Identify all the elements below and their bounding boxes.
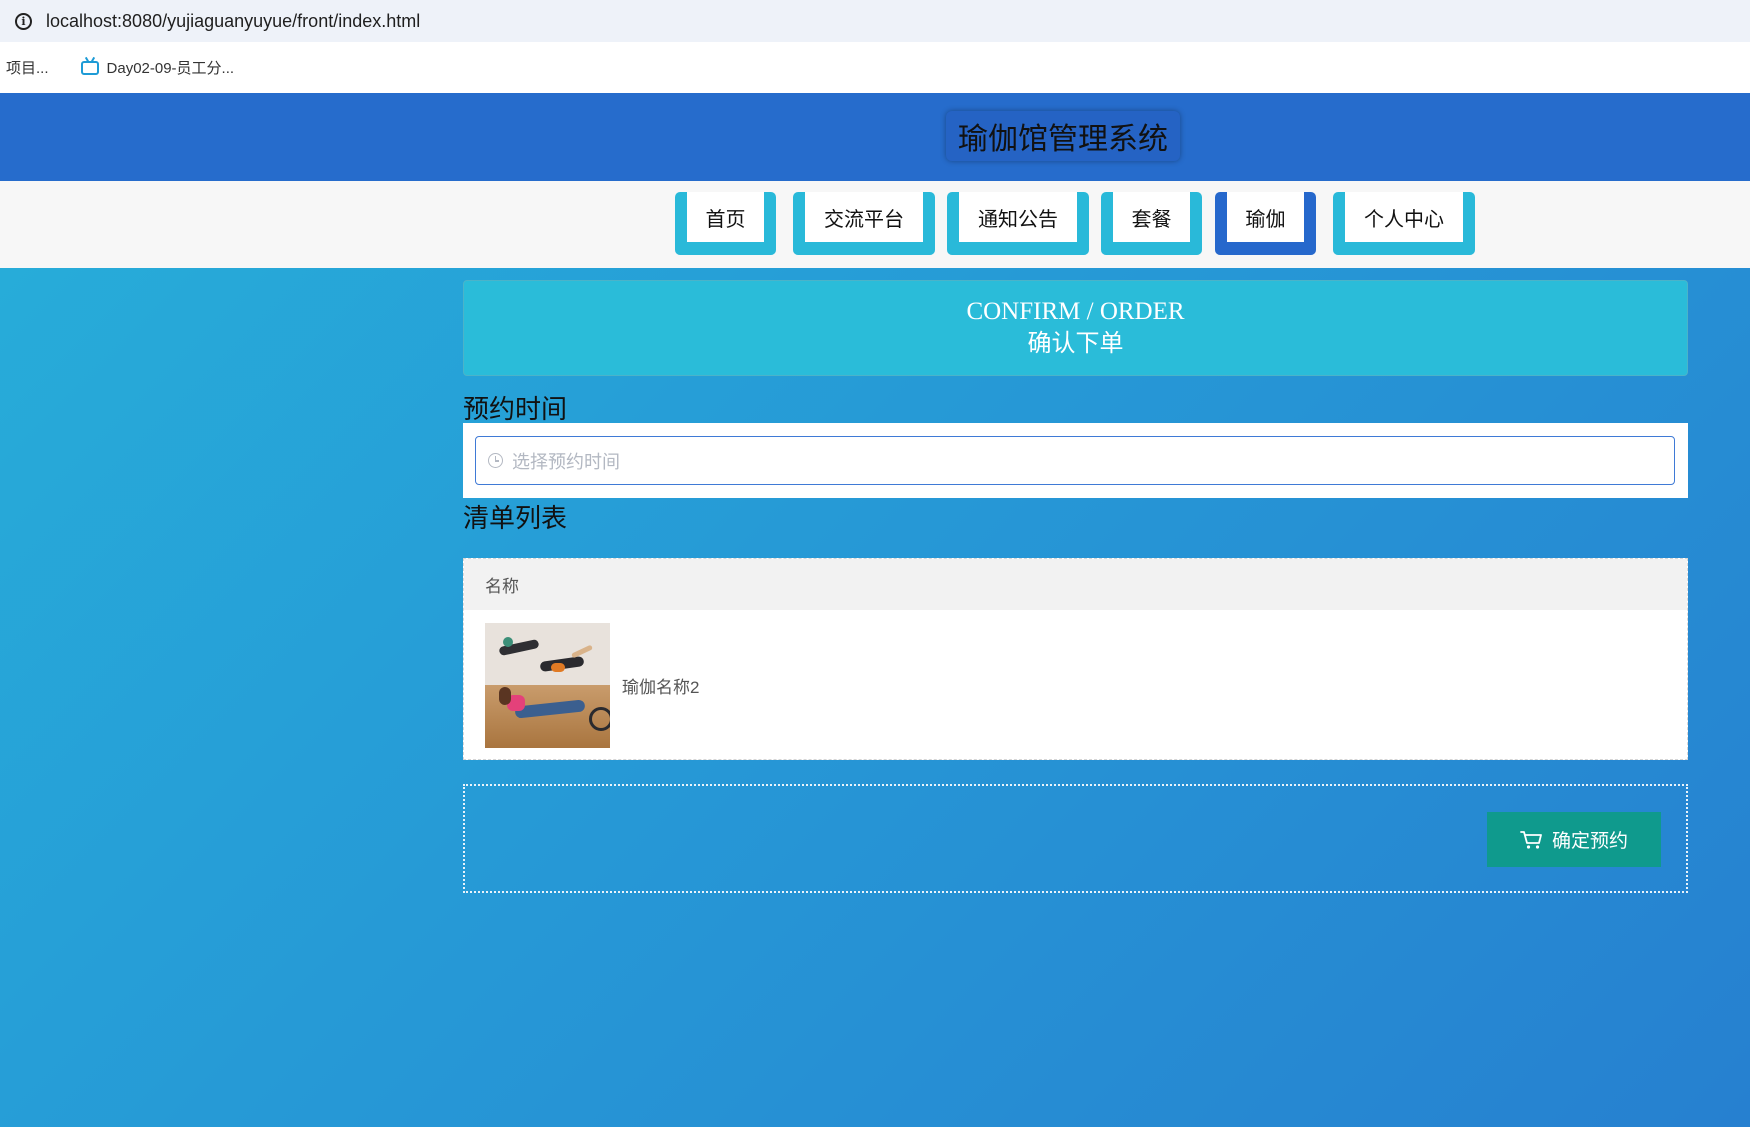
order-action-panel: 确定预约 bbox=[463, 784, 1688, 893]
nav-item-profile[interactable]: 个人中心 bbox=[1333, 192, 1475, 255]
banner-title-en: CONFIRM / ORDER bbox=[966, 298, 1185, 325]
bookmark-item[interactable]: Day02-09-员工分... bbox=[80, 57, 235, 78]
shopping-cart-icon bbox=[1520, 830, 1542, 849]
clock-icon bbox=[488, 453, 503, 468]
nav-item-home[interactable]: 首页 bbox=[675, 192, 776, 255]
booking-time-picker[interactable]: 选择预约时间 bbox=[475, 436, 1675, 485]
banner-title-cn: 确认下单 bbox=[1027, 331, 1124, 357]
site-header: 瑜伽馆管理系统 bbox=[0, 93, 1750, 181]
order-list-table: 名称 瑜伽名称2 bbox=[463, 558, 1688, 760]
browser-address-bar[interactable]: i localhost:8080/yujiaguanyuyue/front/in… bbox=[0, 0, 1750, 42]
nav-item-yoga[interactable]: 瑜伽 bbox=[1215, 192, 1316, 255]
url-text[interactable]: localhost:8080/yujiaguanyuyue/front/inde… bbox=[46, 11, 420, 32]
main-nav: 首页 交流平台 通知公告 套餐 瑜伽 个人中心 bbox=[0, 181, 1750, 268]
booking-time-panel: 选择预约时间 bbox=[463, 423, 1688, 498]
table-header-name: 名称 bbox=[464, 559, 1687, 610]
yoga-item-name: 瑜伽名称2 bbox=[622, 677, 700, 697]
table-row: 瑜伽名称2 bbox=[464, 610, 1687, 760]
bookmarks-bar: 项目... Day02-09-员工分... bbox=[0, 42, 1750, 93]
nav-item-label: 首页 bbox=[687, 192, 764, 242]
site-info-icon[interactable]: i bbox=[15, 12, 32, 30]
booking-time-placeholder: 选择预约时间 bbox=[512, 451, 620, 472]
confirm-order-banner: CONFIRM / ORDER 确认下单 bbox=[463, 280, 1688, 376]
bookmark-label: Day02-09-员工分... bbox=[106, 60, 235, 77]
site-title: 瑜伽馆管理系统 bbox=[946, 111, 1180, 161]
nav-item-label: 瑜伽 bbox=[1227, 192, 1304, 242]
nav-item-label: 套餐 bbox=[1113, 192, 1190, 242]
confirm-booking-button[interactable]: 确定预约 bbox=[1487, 812, 1661, 867]
order-list-label: 清单列表 bbox=[463, 503, 568, 533]
nav-item-label: 通知公告 bbox=[959, 192, 1077, 242]
nav-item-label: 个人中心 bbox=[1345, 192, 1463, 242]
nav-item-forum[interactable]: 交流平台 bbox=[793, 192, 935, 255]
nav-item-notices[interactable]: 通知公告 bbox=[947, 192, 1089, 255]
bookmark-item[interactable]: 项目... bbox=[6, 57, 49, 78]
nav-item-label: 交流平台 bbox=[805, 192, 923, 242]
nav-item-packages[interactable]: 套餐 bbox=[1101, 192, 1202, 255]
bilibili-tv-icon bbox=[80, 60, 99, 75]
confirm-booking-label: 确定预约 bbox=[1551, 831, 1628, 852]
booking-time-label: 预约时间 bbox=[463, 394, 568, 424]
yoga-thumbnail-image bbox=[485, 622, 610, 748]
